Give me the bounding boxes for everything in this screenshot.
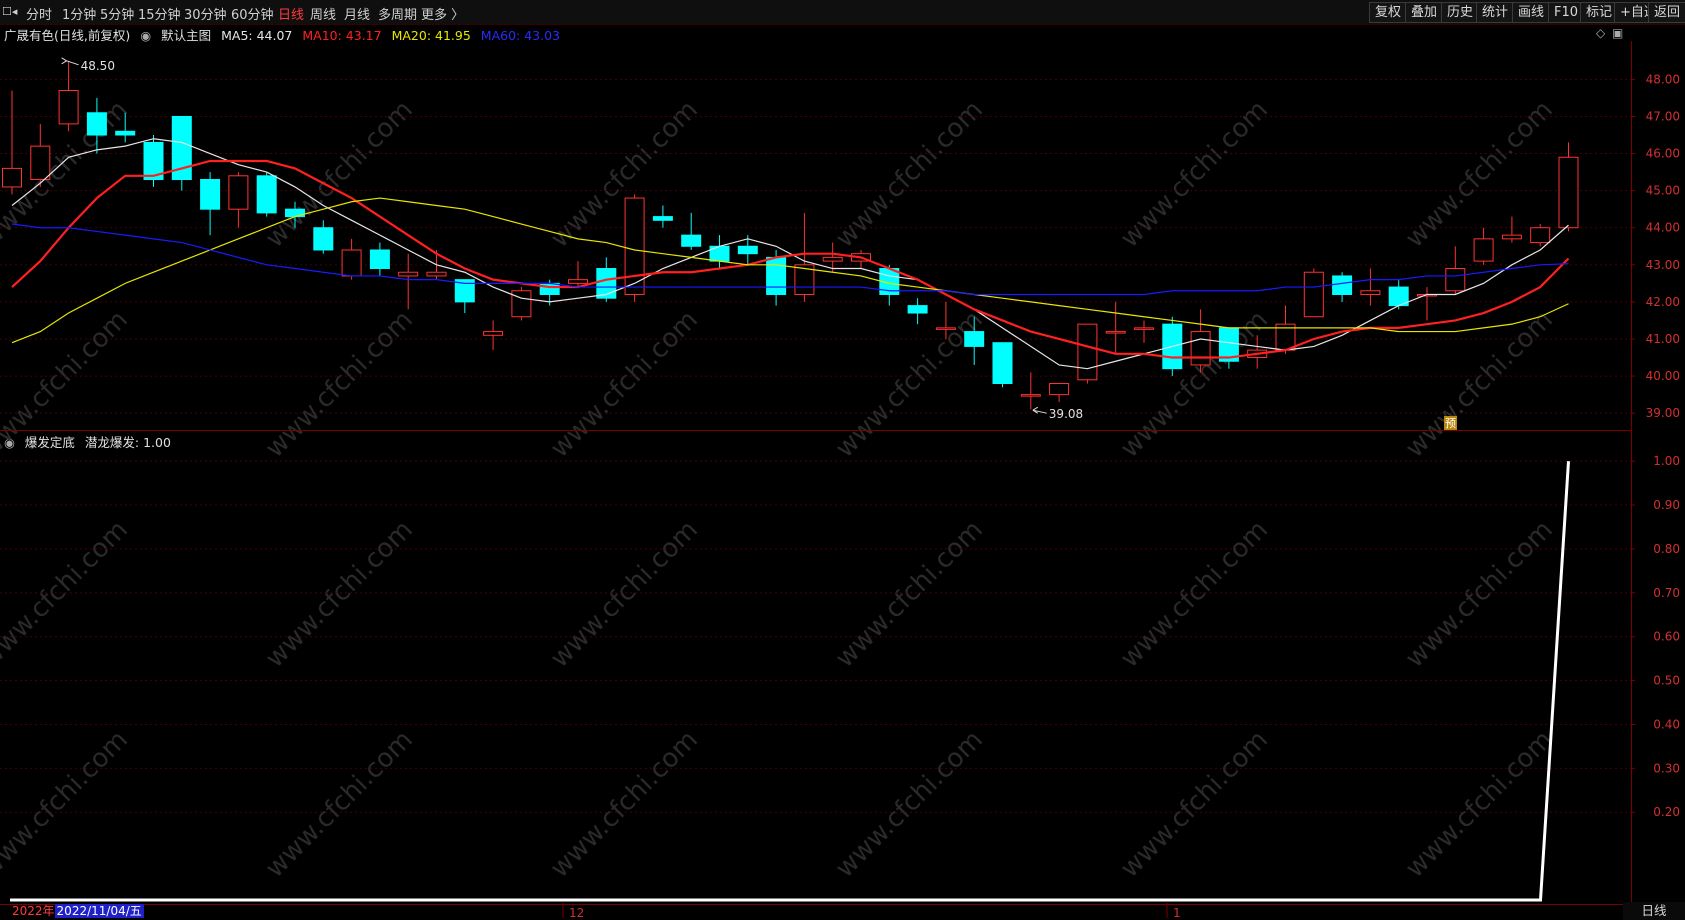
y-tick-label: 45.00 xyxy=(1646,184,1680,198)
period-status[interactable]: 日线 xyxy=(1623,902,1685,920)
y-tick-label: 0.90 xyxy=(1653,498,1680,512)
y-tick-label: 1.00 xyxy=(1653,454,1680,468)
main-panel-frame xyxy=(0,41,1632,431)
y-tick-label: 40.00 xyxy=(1646,369,1680,383)
x-month-label: 1 xyxy=(1173,906,1181,920)
x-month-label: 12 xyxy=(569,906,584,920)
y-tick-label: 0.60 xyxy=(1653,630,1680,644)
y-tick-label: 0.80 xyxy=(1653,542,1680,556)
y-tick-label: 44.00 xyxy=(1646,221,1680,235)
y-tick-label: 46.00 xyxy=(1646,147,1680,161)
y-tick-label: 41.00 xyxy=(1646,332,1680,346)
date-bar: 2022年 2022/11/04/五 xyxy=(0,902,144,920)
y-tick-label: 0.40 xyxy=(1653,717,1680,731)
y-tick-label: 42.00 xyxy=(1646,295,1680,309)
y-tick-label: 0.20 xyxy=(1653,805,1680,819)
year-label: 2022年 xyxy=(12,904,55,918)
y-tick-label: 43.00 xyxy=(1646,258,1680,272)
y-tick-label: 48.00 xyxy=(1646,72,1680,86)
cursor-date: 2022/11/04/五 xyxy=(54,904,144,918)
y-tick-label: 0.50 xyxy=(1653,674,1680,688)
y-tick-label: 47.00 xyxy=(1646,109,1680,123)
y-tick-label: 0.70 xyxy=(1653,586,1680,600)
indicator-panel-frame xyxy=(0,430,1632,905)
y-tick-label: 0.30 xyxy=(1653,761,1680,775)
y-tick-label: 39.00 xyxy=(1646,406,1680,420)
